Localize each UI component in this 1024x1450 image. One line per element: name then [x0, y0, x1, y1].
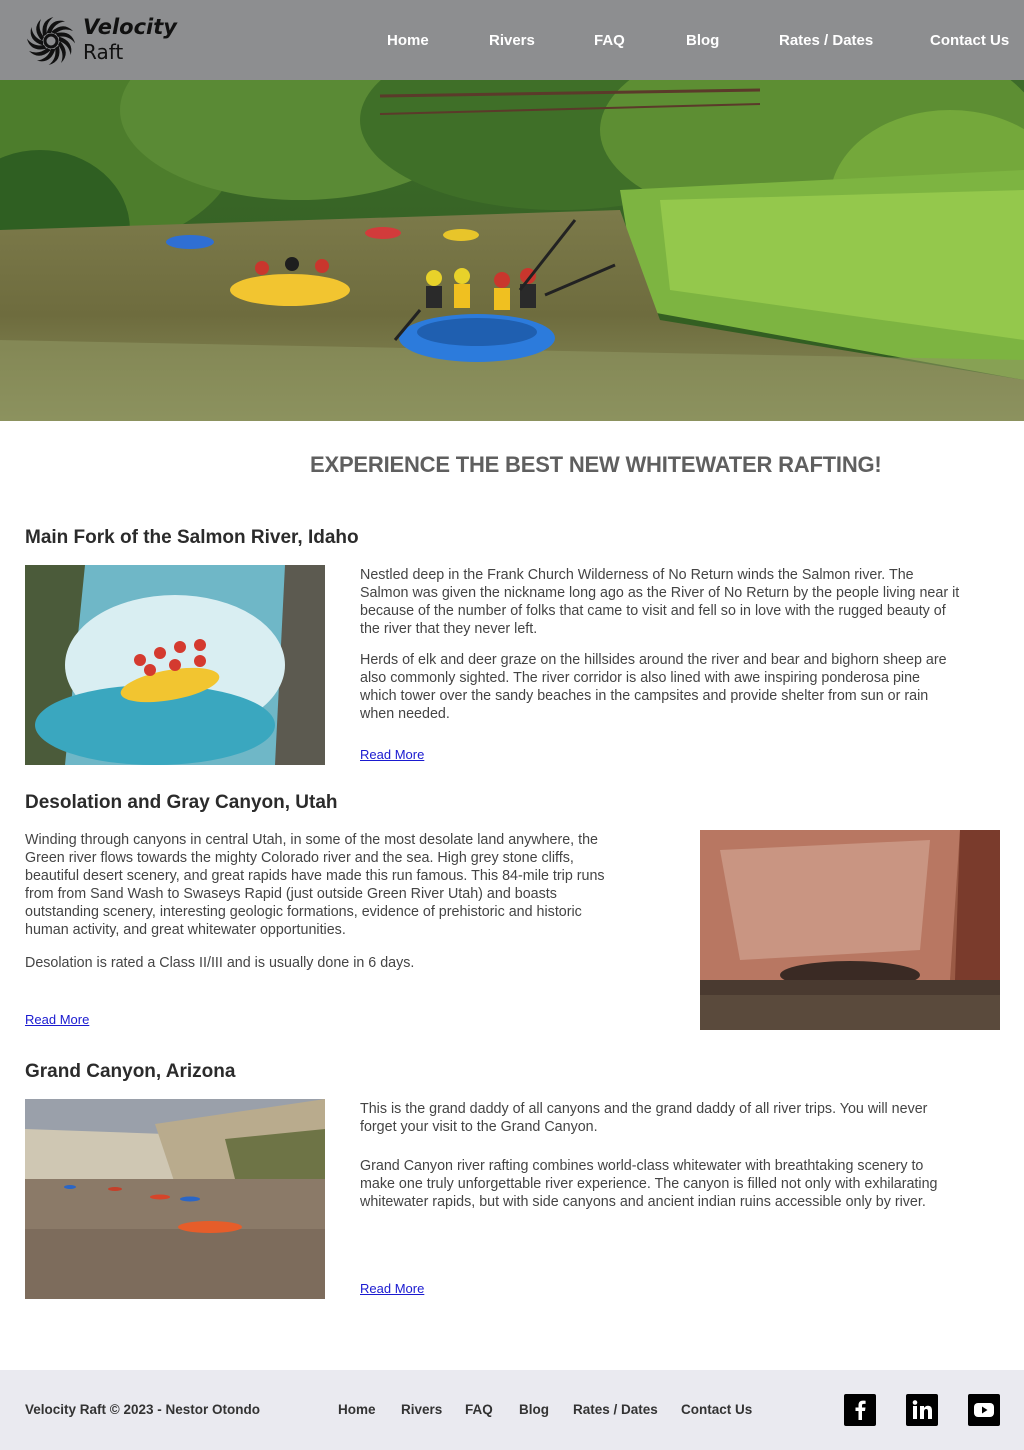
river-title-grand-canyon: Grand Canyon, Arizona	[25, 1061, 236, 1082]
linkedin-icon[interactable]	[906, 1394, 938, 1426]
grand-canyon-paragraph-2: Grand Canyon river rafting combines worl…	[360, 1158, 938, 1210]
footer-nav-home[interactable]: Home	[338, 1402, 376, 1417]
brand-name-line2: Raft	[83, 40, 124, 64]
site-footer: Velocity Raft © 2023 - Nestor Otondo Hom…	[0, 1370, 1024, 1450]
spiral-logo-icon	[26, 16, 76, 66]
nav-rivers[interactable]: Rivers	[489, 32, 535, 49]
footer-nav-rates-dates[interactable]: Rates / Dates	[573, 1402, 658, 1417]
river-title-salmon: Main Fork of the Salmon River, Idaho	[25, 527, 359, 548]
facebook-icon[interactable]	[844, 1394, 876, 1426]
brand-logo[interactable]: Velocity Raft	[26, 14, 177, 68]
hero-image	[0, 80, 1024, 421]
salmon-paragraph-1: Nestled deep in the Frank Church Wildern…	[360, 567, 960, 637]
desolation-paragraph-1: Winding through canyons in central Utah,…	[25, 832, 605, 938]
footer-nav-blog[interactable]: Blog	[519, 1402, 549, 1417]
grand-canyon-read-more-link[interactable]: Read More	[360, 1281, 424, 1296]
nav-contact-us[interactable]: Contact Us	[930, 32, 1009, 49]
desolation-canyon-photo	[700, 830, 1000, 1030]
nav-faq[interactable]: FAQ	[594, 32, 625, 49]
salmon-paragraph-2: Herds of elk and deer graze on the hills…	[360, 652, 947, 722]
footer-nav-contact-us[interactable]: Contact Us	[681, 1402, 752, 1417]
salmon-river-photo	[25, 565, 325, 765]
site-header: Velocity Raft Home Rivers FAQ Blog Rates…	[0, 0, 1024, 80]
grand-canyon-photo	[25, 1099, 325, 1299]
page-tagline: EXPERIENCE THE BEST NEW WHITEWATER RAFTI…	[310, 452, 882, 477]
footer-nav-faq[interactable]: FAQ	[465, 1402, 493, 1417]
desolation-read-more-link[interactable]: Read More	[25, 1012, 89, 1027]
nav-rates-dates[interactable]: Rates / Dates	[779, 32, 873, 49]
footer-copyright: Velocity Raft © 2023 - Nestor Otondo	[25, 1402, 260, 1417]
nav-blog[interactable]: Blog	[686, 32, 719, 49]
river-title-desolation: Desolation and Gray Canyon, Utah	[25, 792, 338, 813]
salmon-read-more-link[interactable]: Read More	[360, 747, 424, 762]
youtube-icon[interactable]	[968, 1394, 1000, 1426]
grand-canyon-paragraph-1: This is the grand daddy of all canyons a…	[360, 1101, 928, 1135]
desolation-paragraph-2: Desolation is rated a Class II/III and i…	[25, 955, 415, 971]
brand-name-line1: Velocity	[83, 15, 177, 39]
nav-home[interactable]: Home	[387, 32, 429, 49]
footer-nav-rivers[interactable]: Rivers	[401, 1402, 442, 1417]
